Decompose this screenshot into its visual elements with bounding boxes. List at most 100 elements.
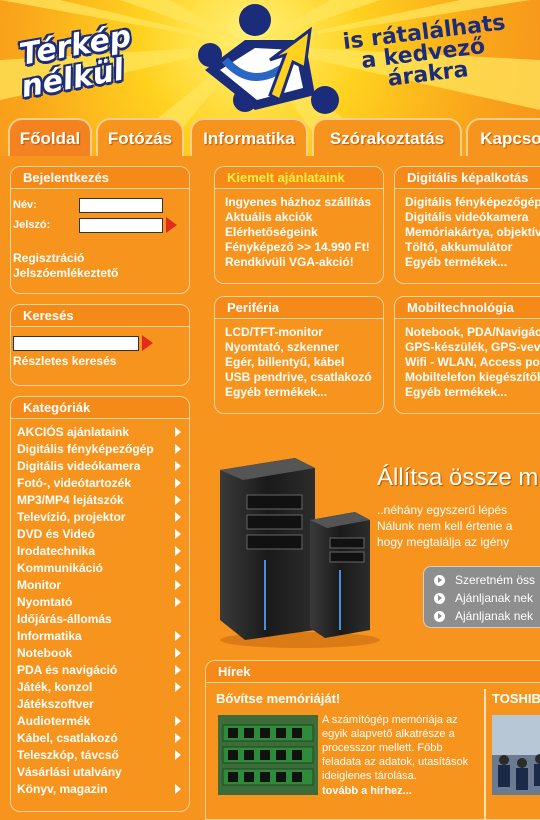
mobile-link[interactable]: Mobiltelefon kiegészítők xyxy=(405,370,540,385)
news-item-title[interactable]: TOSHIB xyxy=(492,691,540,706)
category-label: Digitális videókamera xyxy=(17,458,141,473)
promo-option-label: Szeretném öss xyxy=(455,573,536,587)
chevron-right-icon xyxy=(175,443,181,454)
featured-link[interactable]: Ingyenes házhoz szállítás xyxy=(225,195,373,210)
category-label: Monitor xyxy=(17,577,61,592)
promo-line: Nálunk nem kell értenie a xyxy=(377,519,513,533)
category-item[interactable]: Vásárlási utalvány xyxy=(11,763,189,780)
category-label: Notebook xyxy=(17,645,73,660)
category-list: AKCIÓS ajánlataink Digitális fényképezőgé… xyxy=(11,419,189,797)
password-field[interactable] xyxy=(79,217,163,233)
category-label: Könyv, magazin xyxy=(17,781,108,796)
digital-imaging-link[interactable]: Egyéb termékek... xyxy=(405,255,540,270)
search-arrow-icon[interactable] xyxy=(142,335,153,351)
category-label: DVD és Videó xyxy=(17,526,95,541)
promo-options: Szeretném öss Ajánljanak nek Ajánljanak … xyxy=(423,566,540,628)
server-tower-icon xyxy=(220,458,380,648)
forgot-password-link[interactable]: Jelszóemlékeztető xyxy=(13,266,189,281)
tab-home[interactable]: Főoldal xyxy=(8,118,92,156)
featured-link[interactable]: Rendkívüli VGA-akció! xyxy=(225,255,373,270)
category-item[interactable]: Könyv, magazin xyxy=(11,780,189,797)
category-item[interactable]: DVD és Videó xyxy=(11,525,189,542)
peripheral-list: LCD/TFT-monitor Nyomtató, szkenner Egér, b… xyxy=(215,319,383,406)
category-item[interactable]: Teleszkóp, távcső xyxy=(11,746,189,763)
categories-title: Kategóriák xyxy=(11,397,189,419)
category-label: Játékszoftver xyxy=(17,696,94,711)
peripheral-link[interactable]: LCD/TFT-monitor xyxy=(225,325,373,340)
category-item[interactable]: AKCIÓS ajánlataink xyxy=(11,423,189,440)
register-link[interactable]: Regisztráció xyxy=(13,251,189,266)
category-label: Audiotermék xyxy=(17,713,91,728)
tab-contact[interactable]: Kapcso xyxy=(466,118,540,156)
news-read-more-link[interactable]: tovább a hírhez... xyxy=(322,785,412,797)
featured-link[interactable]: Aktuális akciók xyxy=(225,210,373,225)
configurator-promo: Állítsa össze m ..néhány egyszerű lépés … xyxy=(205,440,540,650)
promo-option-recommend-2[interactable]: Ajánljanak nek xyxy=(434,607,540,625)
peripheral-link[interactable]: Egér, billentyű, kábel xyxy=(225,355,373,370)
category-label: Kábel, csatlakozó xyxy=(17,730,118,745)
promo-option-label: Ajánljanak nek xyxy=(455,609,534,623)
category-item[interactable]: Digitális videókamera xyxy=(11,457,189,474)
category-item[interactable]: Nyomtató xyxy=(11,593,189,610)
peripheral-link[interactable]: USB pendrive, csatlakozó xyxy=(225,370,373,385)
category-item[interactable]: Informatika xyxy=(11,627,189,644)
login-arrow-icon[interactable] xyxy=(166,217,177,233)
mobile-link[interactable]: Egyéb termékek... xyxy=(405,385,540,400)
mobile-link[interactable]: Notebook, PDA/Navigáció xyxy=(405,325,540,340)
category-item[interactable]: Monitor xyxy=(11,576,189,593)
category-item[interactable]: Irodatechnika xyxy=(11,542,189,559)
search-panel: Keresés Részletes keresés xyxy=(10,304,190,386)
news-item-title[interactable]: Bővítse memóriáját! xyxy=(216,691,476,706)
featured-link[interactable]: Elérhetőségeink xyxy=(225,225,373,240)
chevron-right-icon xyxy=(175,732,181,743)
name-row: Név: xyxy=(13,195,189,215)
category-item[interactable]: Audiotermék xyxy=(11,712,189,729)
digital-imaging-list: Digitális fényképezőgép Digitális videóka… xyxy=(395,189,540,276)
digital-imaging-link[interactable]: Memóriakártya, objektív xyxy=(405,225,540,240)
mobile-link[interactable]: GPS-készülék, GPS-vevő xyxy=(405,340,540,355)
password-row: Jelszó: xyxy=(13,215,189,235)
mobile-panel: Mobiltechnológia Notebook, PDA/Navigáció… xyxy=(394,296,540,414)
search-title: Keresés xyxy=(11,305,189,327)
chevron-right-icon xyxy=(175,630,181,641)
news-divider xyxy=(484,689,486,819)
digital-imaging-link[interactable]: Digitális videókamera xyxy=(405,210,540,225)
news-item: Bővítse memóriáját! A számítógép memóriá… xyxy=(216,691,476,797)
login-title: Bejelentkezés xyxy=(11,167,189,189)
category-item[interactable]: Kábel, csatlakozó xyxy=(11,729,189,746)
category-item[interactable]: MP3/MP4 lejátszók xyxy=(11,491,189,508)
category-item[interactable]: Játék, konzol xyxy=(11,678,189,695)
promo-option-recommend[interactable]: Ajánljanak nek xyxy=(434,589,540,607)
mobile-link[interactable]: Wifi - WLAN, Access poi xyxy=(405,355,540,370)
peripheral-link[interactable]: Nyomtató, szkenner xyxy=(225,340,373,355)
password-label: Jelszó: xyxy=(13,219,51,231)
digital-imaging-link[interactable]: Digitális fényképezőgép xyxy=(405,195,540,210)
category-label: MP3/MP4 lejátszók xyxy=(17,492,124,507)
arrow-circle-icon xyxy=(434,574,445,586)
category-item[interactable]: Időjárás-állomás xyxy=(11,610,189,627)
category-item[interactable]: Játékszoftver xyxy=(11,695,189,712)
category-item[interactable]: Fotó-, videótartozék xyxy=(11,474,189,491)
tab-entertainment[interactable]: Szórakoztatás xyxy=(312,118,462,156)
category-label: PDA és navigáció xyxy=(17,662,118,677)
chevron-right-icon xyxy=(175,528,181,539)
main-tabs: Főoldal Fotózás Informatika Szórakoztatá… xyxy=(0,112,540,156)
category-item[interactable]: Televízió, projektor xyxy=(11,508,189,525)
news-item: TOSHIB xyxy=(492,691,540,795)
tab-informatics[interactable]: Informatika xyxy=(190,118,308,156)
name-field[interactable] xyxy=(79,197,163,213)
advanced-search-link[interactable]: Részletes keresés xyxy=(13,354,189,368)
digital-imaging-link[interactable]: Töltő, akkumulátor xyxy=(405,240,540,255)
category-label: Informatika xyxy=(17,628,82,643)
category-item[interactable]: Notebook xyxy=(11,644,189,661)
chevron-right-icon xyxy=(175,596,181,607)
tab-photography[interactable]: Fotózás xyxy=(96,118,184,156)
category-item[interactable]: Digitális fényképezőgép xyxy=(11,440,189,457)
search-input[interactable] xyxy=(13,335,139,351)
peripheral-link[interactable]: Egyéb termékek... xyxy=(225,385,373,400)
promo-option-build[interactable]: Szeretném öss xyxy=(434,571,540,589)
category-label: Fotó-, videótartozék xyxy=(17,475,132,490)
category-item[interactable]: PDA és navigáció xyxy=(11,661,189,678)
featured-link[interactable]: Fényképező >> 14.990 Ft! xyxy=(225,240,373,255)
category-item[interactable]: Kommunikáció xyxy=(11,559,189,576)
